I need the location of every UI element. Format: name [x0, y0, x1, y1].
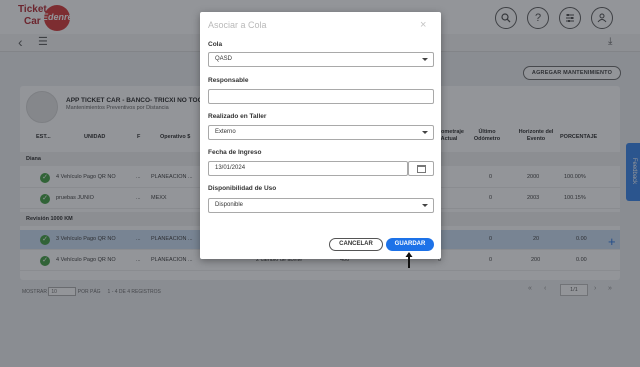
cola-value: QASD	[215, 56, 233, 62]
cola-select[interactable]: QASD	[208, 52, 434, 67]
fecha-label: Fecha de Ingreso	[208, 149, 262, 156]
chevron-down-icon	[422, 204, 428, 207]
close-icon[interactable]: ×	[420, 19, 426, 31]
realizado-value: Externo	[215, 129, 236, 135]
save-button[interactable]: GUARDAR	[386, 238, 434, 251]
cancel-button[interactable]: CANCELAR	[329, 238, 383, 251]
fecha-input[interactable]: 13/01/2024	[208, 161, 408, 176]
chevron-down-icon	[422, 131, 428, 134]
disponibilidad-value: Disponible	[215, 202, 244, 208]
calendar-button[interactable]	[408, 161, 434, 176]
realizado-select[interactable]: Externo	[208, 125, 434, 140]
cola-label: Cola	[208, 41, 223, 48]
asociar-cola-dialog: Asociar a Cola × Cola QASD Responsable R…	[200, 12, 441, 259]
disponibilidad-label: Disponibilidad de Uso	[208, 185, 277, 192]
mouse-cursor-icon	[405, 252, 413, 268]
chevron-down-icon	[422, 58, 428, 61]
disponibilidad-select[interactable]: Disponible	[208, 198, 434, 213]
calendar-icon	[417, 165, 426, 173]
realizado-label: Realizado en Taller	[208, 113, 267, 120]
responsable-input[interactable]	[208, 89, 434, 104]
responsable-label: Responsable	[208, 77, 249, 84]
dialog-title: Asociar a Cola	[208, 20, 267, 30]
